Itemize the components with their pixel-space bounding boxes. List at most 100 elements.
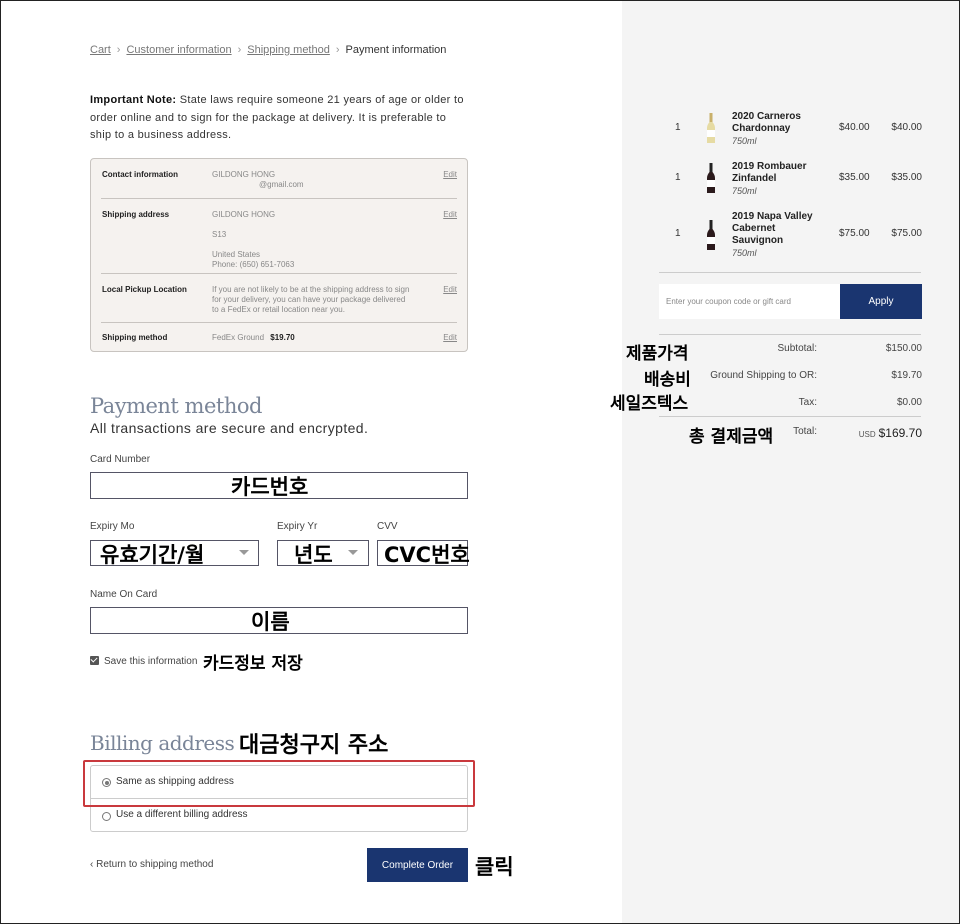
breadcrumb-shipping-method[interactable]: Shipping method	[247, 44, 330, 56]
item-price: $35.00	[839, 172, 870, 183]
annotation-total: 총 결제금액	[689, 427, 774, 447]
breadcrumb-current: Payment information	[345, 44, 447, 56]
shipping-line2: S13	[212, 230, 227, 239]
breadcrumb-cart[interactable]: Cart	[90, 44, 111, 56]
item-name: 2019 Napa Valley Cabernet Sauvignon	[732, 211, 813, 246]
annotation-card-number: 카드번호	[231, 475, 309, 499]
annotation-cvc: CVC번호	[384, 543, 470, 567]
annotation-save: 카드정보 저장	[203, 654, 303, 674]
cvv-label: CVV	[377, 521, 398, 532]
shipping-address-label: Shipping address	[102, 210, 170, 219]
edit-shipping-method-link[interactable]: Edit	[443, 333, 457, 342]
breadcrumb-customer-information[interactable]: Customer information	[126, 44, 231, 56]
cart-item: 1 2019 Rombauer Zinfandel 750ml $35.00 $…	[659, 161, 922, 197]
tax-value: $0.00	[896, 397, 922, 408]
wine-bottle-icon	[707, 163, 715, 193]
shipping-cost-label: Ground Shipping to OR:	[710, 370, 817, 381]
annotation-tax: 세일즈텍스	[610, 394, 689, 414]
highlight-box	[83, 760, 475, 807]
divider	[101, 322, 457, 323]
annotation-click: 클릭	[475, 855, 514, 879]
wine-bottle-icon	[707, 220, 715, 250]
edit-contact-link[interactable]: Edit	[443, 170, 457, 179]
divider	[101, 198, 457, 199]
currency-label: USD	[858, 430, 876, 439]
subtotal-value: $150.00	[885, 343, 922, 354]
checkout-page: Cart › Customer information › Shipping m…	[0, 0, 960, 924]
tax-label: Tax:	[798, 397, 817, 408]
shipping-country: United States	[212, 250, 261, 259]
item-price: $40.00	[839, 122, 870, 133]
important-note: Important Note: State laws require someo…	[90, 92, 470, 145]
pickup-text: If you are not likely to be at the shipp…	[212, 285, 410, 314]
chevron-down-icon	[239, 550, 249, 555]
different-address-radio[interactable]	[102, 812, 111, 821]
divider	[659, 334, 921, 335]
shipping-method-value: FedEx Ground $19.70	[212, 333, 412, 343]
important-note-label: Important Note:	[90, 94, 177, 106]
card-number-label: Card Number	[90, 454, 151, 465]
breadcrumb-separator: ›	[116, 44, 121, 56]
save-info-label: Save this information	[104, 656, 198, 667]
edit-shipping-link[interactable]: Edit	[443, 210, 457, 219]
item-quantity: 1	[675, 122, 681, 133]
shipping-method-price: $19.70	[270, 333, 295, 342]
item-name-block: 2019 Napa Valley Cabernet Sauvignon 750m…	[732, 211, 822, 260]
name-on-card-label: Name On Card	[90, 589, 158, 600]
breadcrumb-separator: ›	[335, 44, 340, 56]
annotation-billing: 대금청구지 주소	[239, 733, 389, 758]
item-name-block: 2019 Rombauer Zinfandel 750ml	[732, 161, 822, 198]
item-volume: 750ml	[732, 186, 757, 196]
annotation-subtotal: 제품가격	[626, 344, 689, 364]
item-name: 2020 Carneros Chardonnay	[732, 111, 801, 134]
shipping-address-value: GILDONG HONG S13 United States Phone: (6…	[212, 210, 412, 270]
item-quantity: 1	[675, 172, 681, 183]
item-name: 2019 Rombauer Zinfandel	[732, 161, 807, 184]
chevron-down-icon	[348, 550, 358, 555]
different-address-label[interactable]: Use a different billing address	[116, 809, 248, 820]
shipping-name: GILDONG HONG	[212, 210, 276, 219]
payment-method-subtitle: All transactions are secure and encrypte…	[90, 420, 369, 436]
wine-bottle-icon	[707, 113, 715, 143]
breadcrumb-separator: ›	[237, 44, 242, 56]
annotation-expiry-year: 년도	[294, 543, 333, 567]
total-value-block: USD $169.70	[801, 426, 922, 440]
coupon-input[interactable]: Enter your coupon code or gift card	[659, 284, 840, 319]
expiry-year-label: Expiry Yr	[277, 521, 318, 532]
item-total: $35.00	[891, 172, 922, 183]
subtotal-label: Subtotal:	[777, 343, 817, 354]
item-total: $40.00	[891, 122, 922, 133]
item-price: $75.00	[839, 228, 870, 239]
payment-method-title: Payment method	[90, 394, 262, 418]
contact-name: GILDONG HONG	[212, 170, 276, 179]
cart-item: 1 2019 Napa Valley Cabernet Sauvignon 75…	[659, 211, 922, 259]
pickup-label: Local Pickup Location	[102, 285, 187, 294]
expiry-month-label: Expiry Mo	[90, 521, 135, 532]
item-volume: 750ml	[732, 248, 757, 258]
breadcrumb: Cart › Customer information › Shipping m…	[90, 44, 446, 56]
billing-address-title: Billing address	[90, 731, 235, 755]
item-name-block: 2020 Carneros Chardonnay 750ml	[732, 111, 822, 148]
return-to-shipping-link[interactable]: ‹ Return to shipping method	[90, 859, 213, 870]
divider	[659, 272, 921, 273]
divider	[659, 416, 921, 417]
cart-item: 1 2020 Carneros Chardonnay 750ml $40.00 …	[659, 111, 922, 147]
annotation-name: 이름	[251, 610, 290, 634]
item-quantity: 1	[675, 228, 681, 239]
annotation-shipping: 배송비	[644, 370, 691, 390]
order-review-box: Contact information GILDONG HONG @gmail.…	[90, 158, 468, 352]
annotation-expiry-month: 유효기간/월	[100, 543, 205, 567]
total-value: $169.70	[878, 426, 922, 440]
contact-email: @gmail.com	[259, 180, 304, 189]
shipping-phone: Phone: (650) 651-7063	[212, 260, 295, 269]
item-total: $75.00	[891, 228, 922, 239]
apply-coupon-button[interactable]: Apply	[840, 284, 922, 319]
shipping-cost-value: $19.70	[891, 370, 922, 381]
contact-label: Contact information	[102, 170, 178, 179]
complete-order-button[interactable]: Complete Order	[367, 848, 468, 882]
save-info-checkbox[interactable]	[90, 656, 99, 665]
item-volume: 750ml	[732, 136, 757, 146]
shipping-method-label: Shipping method	[102, 333, 168, 342]
shipping-method-name: FedEx Ground	[212, 333, 265, 342]
edit-pickup-link[interactable]: Edit	[443, 285, 457, 294]
